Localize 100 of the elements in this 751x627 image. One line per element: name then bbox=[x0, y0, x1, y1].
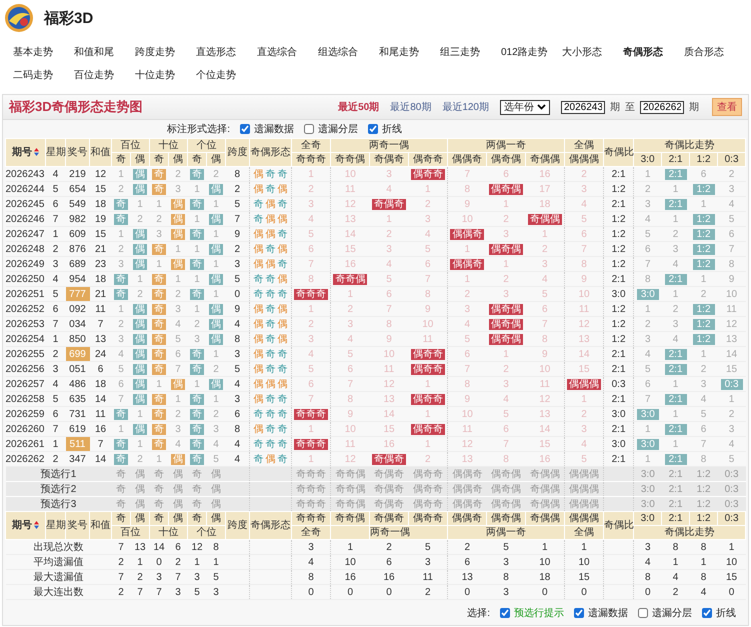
column-header: 全奇 bbox=[292, 138, 330, 152]
hit-tag: 奇 bbox=[114, 214, 128, 224]
hit-tag: 3:0 bbox=[636, 288, 659, 300]
table-cell: 奇奇奇 bbox=[292, 466, 330, 482]
table-cell: 0 bbox=[634, 584, 662, 600]
table-cell: 5 bbox=[690, 406, 718, 422]
table-cell: 1 bbox=[634, 302, 662, 316]
table-cell: 6 bbox=[408, 256, 448, 272]
table-cell: 1 bbox=[690, 272, 718, 286]
table-cell: 2 bbox=[226, 242, 250, 256]
period-link[interactable]: 最近80期 bbox=[390, 100, 432, 114]
table-cell: 2026251 bbox=[6, 286, 46, 302]
hit-tag: 偶 bbox=[209, 378, 223, 390]
checkbox[interactable] bbox=[702, 608, 712, 618]
column-header: 2:1 bbox=[662, 512, 690, 526]
table-cell: 偶奇奇 bbox=[408, 496, 448, 512]
hit-tag: 奇 bbox=[114, 438, 128, 450]
checkbox[interactable] bbox=[304, 124, 314, 134]
column-header: 个位 bbox=[188, 526, 226, 540]
table-cell: 1 bbox=[634, 422, 662, 436]
nav-link[interactable]: 跨度走势 bbox=[135, 45, 196, 60]
form-char: 偶 bbox=[254, 258, 264, 270]
sort-header[interactable]: 期号 bbox=[6, 138, 46, 166]
table-cell: 1:2 bbox=[604, 316, 634, 332]
column-header: 跨度 bbox=[226, 138, 250, 166]
table-cell: 3 bbox=[486, 584, 526, 600]
period-link[interactable]: 最近120期 bbox=[442, 100, 489, 114]
table-cell: 5 bbox=[188, 584, 206, 600]
checkbox[interactable] bbox=[500, 608, 510, 618]
table-cell: 14 bbox=[90, 392, 112, 406]
nav-link[interactable]: 百位走势 bbox=[74, 68, 135, 82]
table-cell: 5 bbox=[46, 182, 66, 196]
nav-link[interactable]: 大小形态 bbox=[562, 45, 623, 60]
form-char: 奇 bbox=[254, 274, 264, 284]
nav-link[interactable]: 和尾走势 bbox=[379, 45, 440, 60]
sort-header[interactable]: 期号 bbox=[6, 512, 46, 540]
view-button[interactable]: 查看 bbox=[712, 98, 742, 116]
table-cell: 3:0 bbox=[634, 496, 662, 512]
form-char: 偶 bbox=[278, 334, 288, 344]
nav-link[interactable]: 二码走势 bbox=[13, 68, 74, 82]
table-cell: 1 bbox=[130, 406, 150, 422]
checkbox[interactable] bbox=[574, 608, 584, 618]
table-cell: 10 bbox=[564, 554, 604, 570]
form-char: 奇 bbox=[266, 244, 276, 254]
options-label: 标注形式选择: bbox=[167, 122, 230, 136]
option-label: 遗漏分层 bbox=[652, 606, 692, 620]
nav-link[interactable]: 012路走势 bbox=[501, 45, 562, 60]
period-link[interactable]: 最近50期 bbox=[338, 100, 380, 114]
table-cell: 5 bbox=[718, 212, 746, 226]
nav-link[interactable]: 质合形态 bbox=[684, 45, 745, 60]
table-cell: 8 bbox=[448, 376, 487, 392]
table-cell: 3 bbox=[292, 332, 330, 346]
table-cell: 0 bbox=[292, 584, 330, 600]
checkbox[interactable] bbox=[368, 124, 378, 134]
hit-tag: 1:2 bbox=[692, 258, 715, 270]
table-cell: 15 bbox=[718, 362, 746, 376]
column-header: 偶奇偶 bbox=[486, 512, 526, 526]
nav-link[interactable]: 和值和尾 bbox=[74, 45, 135, 60]
nav-link[interactable]: 基本走势 bbox=[13, 45, 74, 60]
table-cell: 7 bbox=[168, 570, 188, 584]
table-cell: 5 bbox=[226, 196, 250, 212]
hit-tag: 偶 bbox=[133, 244, 147, 254]
table-cell: 3 bbox=[634, 332, 662, 346]
table-cell: 10 bbox=[526, 362, 565, 376]
table-cell: 1 bbox=[448, 242, 487, 256]
hit-tag: 1:2 bbox=[692, 184, 715, 194]
table-cell: 5 bbox=[408, 540, 448, 554]
nav-link[interactable]: 组三走势 bbox=[440, 45, 501, 60]
table-cell: 16 bbox=[370, 570, 408, 584]
table-cell: 4 bbox=[226, 436, 250, 452]
table-cell: 24 bbox=[90, 346, 112, 362]
table-cell: 8 bbox=[330, 392, 370, 406]
table-cell: 2 bbox=[112, 316, 130, 332]
nav-link[interactable]: 直选形态 bbox=[196, 45, 257, 60]
table-cell: 1:2 bbox=[604, 182, 634, 196]
nav-link[interactable]: 个位走势 bbox=[196, 68, 257, 82]
form-char: 奇 bbox=[266, 168, 276, 180]
table-cell: 1 bbox=[292, 166, 330, 182]
hit-tag: 奇 bbox=[190, 438, 204, 450]
hit-tag: 1:2 bbox=[692, 318, 715, 330]
table-cell: 10 bbox=[564, 286, 604, 302]
nav-link[interactable]: 直选综合 bbox=[257, 45, 318, 60]
table-cell: 5 bbox=[226, 272, 250, 286]
nav-link[interactable]: 十位走势 bbox=[135, 68, 196, 82]
hit-tag: 偶 bbox=[133, 304, 147, 314]
table-cell: 1:2 bbox=[604, 242, 634, 256]
hit-tag: 偶奇偶 bbox=[489, 244, 524, 254]
table-cell: 17 bbox=[526, 182, 565, 196]
hit-tag: 偶 bbox=[133, 318, 147, 330]
table-cell: 6 bbox=[634, 376, 662, 392]
nav-link[interactable]: 奇偶形态 bbox=[623, 45, 684, 60]
table-cell: 3 bbox=[634, 540, 662, 554]
year-select[interactable]: 选年份 bbox=[500, 100, 550, 114]
checkbox[interactable] bbox=[638, 608, 648, 618]
checkbox[interactable] bbox=[240, 124, 250, 134]
table-cell: 1:2 bbox=[604, 332, 634, 346]
nav-link[interactable]: 组选综合 bbox=[318, 45, 379, 60]
table-cell: 7 bbox=[90, 436, 112, 452]
hit-tag: 偶 bbox=[171, 454, 185, 464]
column-header: 奇奇奇 bbox=[292, 152, 330, 166]
